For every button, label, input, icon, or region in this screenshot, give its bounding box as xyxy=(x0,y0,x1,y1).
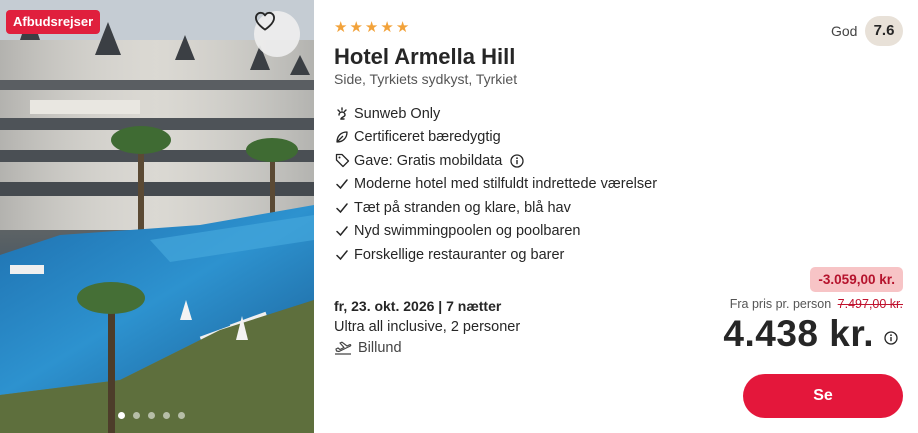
trip-airport: Billund xyxy=(334,340,402,356)
info-icon[interactable] xyxy=(510,154,524,168)
favorite-button[interactable] xyxy=(254,11,300,57)
trip-board: Ultra all inclusive, 2 personer xyxy=(334,319,521,335)
highlight-text: Forskellige restauranter og barer xyxy=(354,246,565,263)
rating-label: God xyxy=(831,23,858,39)
highlight-text: Moderne hotel med stilfuldt indrettede v… xyxy=(354,176,658,193)
hotel-location: Side, Tyrkiets sydkyst, Tyrkiet xyxy=(334,71,518,87)
highlight-item: Forskellige restauranter og barer xyxy=(334,243,657,267)
badge-label: Certificeret bæredygtig xyxy=(354,129,501,146)
current-price: 4.438 kr. xyxy=(723,313,874,354)
from-price-label: Fra pris pr. person xyxy=(729,297,832,311)
highlight-item: Moderne hotel med stilfuldt indrettede v… xyxy=(334,173,657,197)
tag-icon xyxy=(334,153,350,169)
check-icon xyxy=(334,223,350,239)
star-icon: ★ xyxy=(395,18,410,36)
highlight-item: Tæt på stranden og klare, blå hav xyxy=(334,196,657,220)
trip-date: fr, 23. okt. 2026 | 7 nætter xyxy=(334,298,502,314)
discount-badge: -3.059,00 kr. xyxy=(810,267,903,292)
deal-badge: Afbudsrejser xyxy=(6,10,101,34)
highlight-item: Nyd swimmingpoolen og poolbaren xyxy=(334,220,657,244)
check-icon xyxy=(334,200,350,216)
highlight-text: Nyd swimmingpoolen og poolbaren xyxy=(354,223,581,240)
star-icon: ★ xyxy=(349,18,363,36)
hotel-name[interactable]: Hotel Armella Hill xyxy=(334,44,515,70)
badge-sustainable: Certificeret bæredygtig xyxy=(334,126,657,150)
carousel-dots xyxy=(118,412,185,419)
check-icon xyxy=(334,176,350,192)
star-icon: ★ xyxy=(364,18,379,36)
badge-gift: Gave: Gratis mobildata xyxy=(334,149,657,173)
badge-label: Sunweb Only xyxy=(354,105,441,122)
highlight-text: Tæt på stranden og klare, blå hav xyxy=(354,199,571,216)
airport-name: Billund xyxy=(358,340,402,356)
star-icon: ★ xyxy=(334,18,348,36)
rating-score[interactable]: 7.6 xyxy=(865,16,903,46)
badge-label: Gave: Gratis mobildata xyxy=(354,152,503,169)
badge-sunweb-only: Sunweb Only xyxy=(334,102,657,126)
star-icon: ★ xyxy=(380,18,394,36)
old-price: 7.497,00 kr. xyxy=(837,297,903,311)
from-price-line: Fra pris pr. person 7.497,00 kr. xyxy=(730,297,903,311)
carousel-dot[interactable] xyxy=(118,412,125,419)
carousel-dot[interactable] xyxy=(148,412,155,419)
plane-departure-icon xyxy=(334,340,352,356)
price-info-icon[interactable] xyxy=(884,331,898,345)
carousel-dot[interactable] xyxy=(163,412,170,419)
check-icon xyxy=(334,247,350,263)
hotel-photo-illustration xyxy=(0,0,314,433)
hotel-photo[interactable]: Afbudsrejser xyxy=(0,0,314,433)
see-button[interactable]: Se xyxy=(743,374,903,418)
star-rating: ★ ★ ★ ★ ★ xyxy=(334,19,409,35)
sunweb-icon xyxy=(334,106,350,122)
feature-list: Sunweb Only Certificeret bæredygtig Gave… xyxy=(334,102,657,267)
carousel-dot[interactable] xyxy=(178,412,185,419)
leaf-icon xyxy=(334,129,350,145)
carousel-dot[interactable] xyxy=(133,412,140,419)
